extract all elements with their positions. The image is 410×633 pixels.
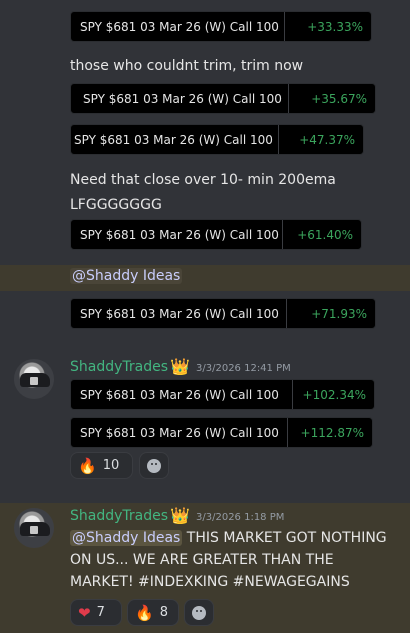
crown-icon: 👑 — [170, 506, 190, 525]
message-text: @Shaddy Ideas — [70, 268, 183, 284]
message-text: @Shaddy Ideas THIS MARKET GOT NOTHING — [70, 530, 387, 546]
reaction-count: 10 — [102, 458, 120, 473]
car-grille — [30, 377, 38, 385]
trade-card-label: SPY $681 03 Mar 26 (W) Call 100 — [80, 387, 279, 402]
avatar[interactable] — [14, 359, 54, 399]
reaction-heart[interactable]: ❤ 7 — [70, 599, 122, 626]
trade-card[interactable]: SPY $681 03 Mar 26 (W) Call 100 +112.87% — [70, 417, 373, 448]
trade-card-gain: +35.67% — [311, 91, 367, 106]
reaction-fire[interactable]: 🔥 10 — [70, 452, 133, 479]
clipped-message-text — [70, 0, 110, 2]
trade-card-gain: +102.34% — [302, 387, 366, 402]
message-text-line: ON US... WE ARE GREATER THAN THE — [70, 552, 334, 568]
reaction-count: 8 — [159, 605, 168, 620]
trade-card[interactable]: SPY $681 03 Mar 26 (W) Call 100 +47.37% — [70, 124, 364, 155]
trade-card-label: SPY $681 03 Mar 26 (W) Call 100 — [80, 227, 279, 242]
crown-icon: 👑 — [170, 357, 190, 376]
trade-card-label: SPY $681 03 Mar 26 (W) Call 100 — [80, 306, 279, 321]
reaction-count: 7 — [96, 605, 105, 620]
heart-icon: ❤ — [78, 603, 91, 622]
trade-card[interactable]: SPY $681 03 Mar 26 (W) Call 100 +71.93% — [70, 298, 376, 329]
trade-card-label: SPY $681 03 Mar 26 (W) Call 100 — [80, 19, 279, 34]
message-text-line: THIS MARKET GOT NOTHING — [182, 530, 387, 546]
username[interactable]: ShaddyTrades — [70, 508, 168, 524]
reaction-fire[interactable]: 🔥 8 — [127, 599, 179, 626]
trade-card[interactable]: SPY $681 03 Mar 26 (W) Call 100 +61.40% — [70, 219, 362, 250]
trade-card-gain: +61.40% — [297, 227, 353, 242]
trade-card[interactable]: SPY $681 03 Mar 26 (W) Call 100 +33.33% — [70, 11, 372, 42]
trade-card-gain: +33.33% — [307, 19, 363, 34]
fire-icon: 🔥 — [78, 456, 97, 475]
user-mention[interactable]: @Shaddy Ideas — [70, 530, 183, 546]
car-grille — [30, 526, 38, 534]
user-mention[interactable]: @Shaddy Ideas — [70, 268, 183, 284]
trade-card-label: SPY $681 03 Mar 26 (W) Call 100 — [80, 425, 279, 440]
add-reaction-button[interactable] — [184, 599, 214, 626]
trade-card-gain: +112.87% — [300, 425, 364, 440]
mention-highlight-row — [0, 265, 410, 291]
avatar[interactable] — [14, 508, 54, 548]
trade-card[interactable]: SPY $681 03 Mar 26 (W) Call 100 +35.67% — [70, 83, 376, 114]
trade-card-label: SPY $681 03 Mar 26 (W) Call 100 — [83, 91, 282, 106]
message-text: LFGGGGGGG — [70, 197, 162, 213]
trade-card-label: SPY $681 03 Mar 26 (W) Call 100 — [74, 132, 273, 147]
message-text: Need that close over 10- min 200ema — [70, 172, 336, 188]
username[interactable]: ShaddyTrades — [70, 359, 168, 375]
timestamp[interactable]: 3/3/2026 12:41 PM — [196, 363, 291, 374]
message-text: those who couldnt trim, trim now — [70, 58, 304, 74]
smiley-icon — [192, 605, 206, 620]
smiley-icon — [147, 458, 161, 473]
trade-card-gain: +47.37% — [299, 132, 355, 147]
trade-card-gain: +71.93% — [311, 306, 367, 321]
message-text-line: MARKET! #INDEXKING #NEWAGEGAINS — [70, 574, 350, 590]
timestamp[interactable]: 3/3/2026 1:18 PM — [196, 512, 284, 523]
add-reaction-button[interactable] — [139, 452, 169, 479]
fire-icon: 🔥 — [135, 603, 154, 622]
trade-card[interactable]: SPY $681 03 Mar 26 (W) Call 100 +102.34% — [70, 379, 375, 410]
